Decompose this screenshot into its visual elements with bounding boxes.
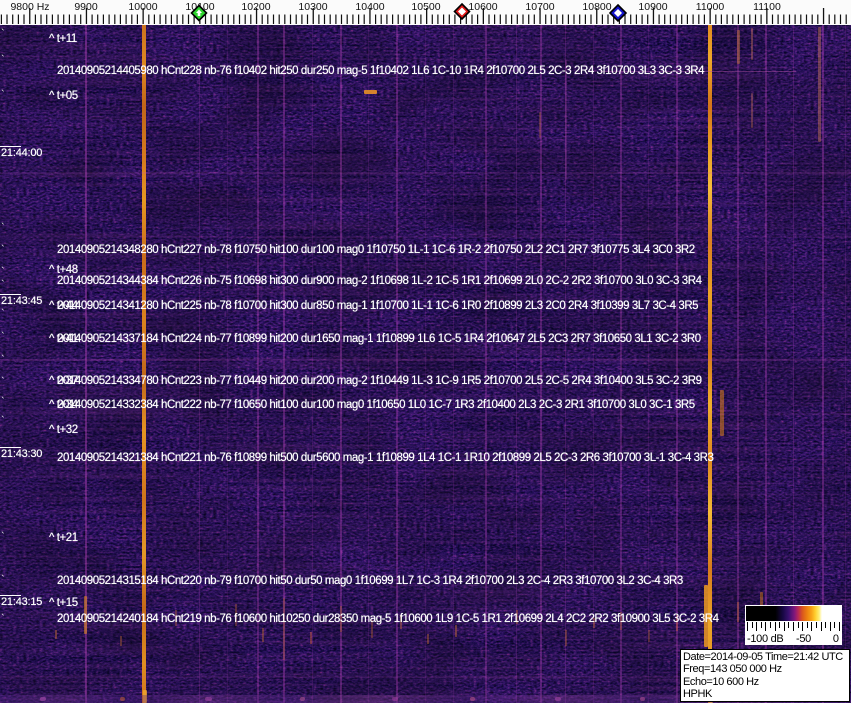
svg-text:10900: 10900 <box>638 1 667 13</box>
svg-text:10500: 10500 <box>411 1 440 13</box>
svg-text:11100: 11100 <box>753 1 781 13</box>
svg-text:9800 Hz: 9800 Hz <box>10 1 49 13</box>
svg-text:10400: 10400 <box>355 1 384 13</box>
svg-text:10300: 10300 <box>298 1 327 13</box>
svg-text:10200: 10200 <box>241 1 270 13</box>
svg-text:9900: 9900 <box>74 1 98 13</box>
svg-text:10600: 10600 <box>468 1 497 13</box>
svg-text:11000: 11000 <box>696 1 725 13</box>
svg-text:10700: 10700 <box>525 1 554 13</box>
svg-text:10000: 10000 <box>128 1 157 13</box>
svg-text:10800: 10800 <box>582 1 611 13</box>
